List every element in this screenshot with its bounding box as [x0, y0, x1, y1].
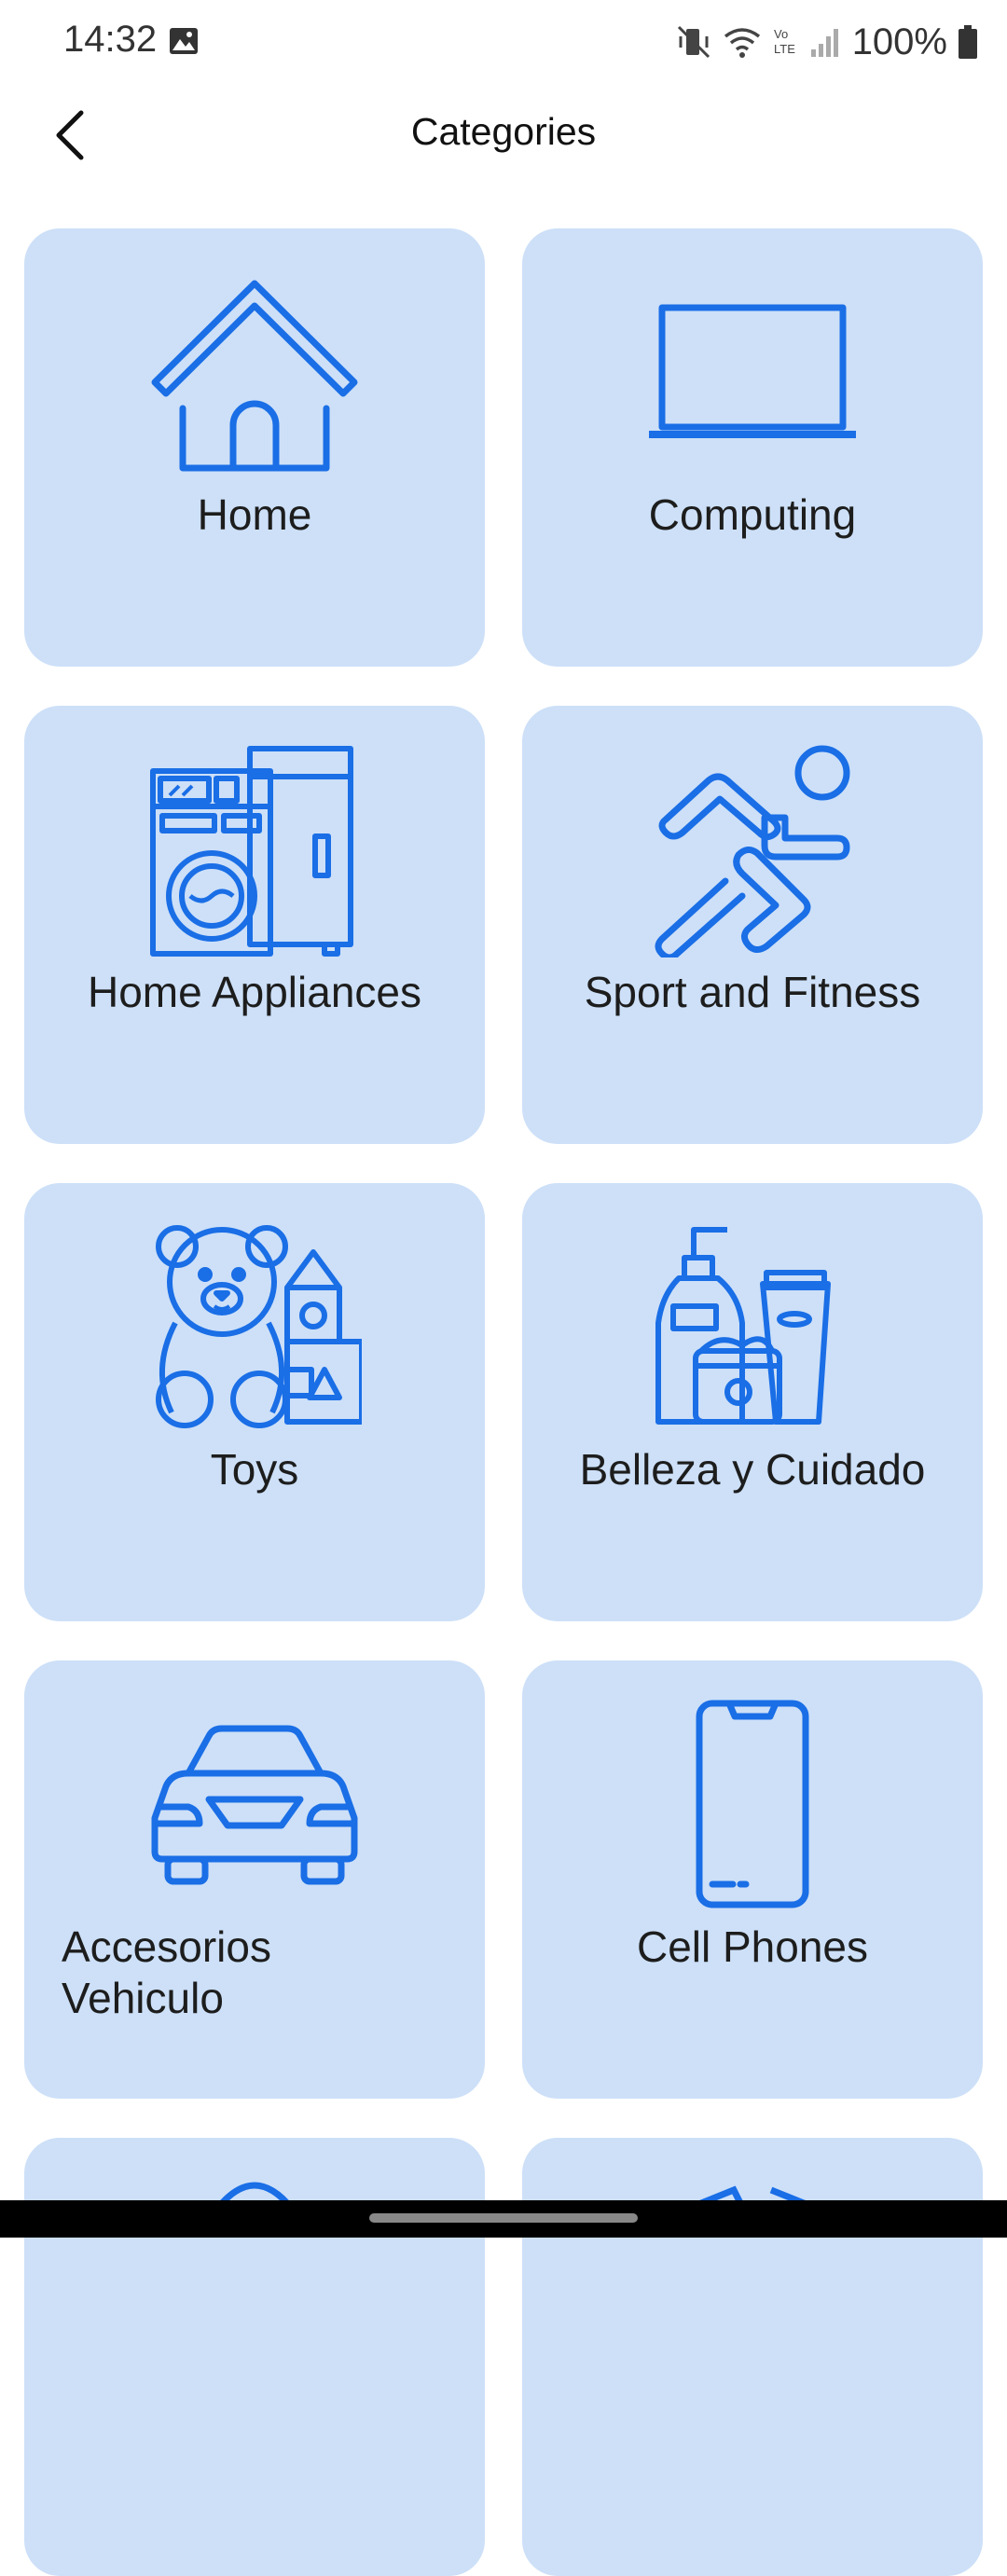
category-tile-sport-and-fitness[interactable]: Sport and Fitness [522, 706, 983, 1144]
battery-percent: 100% [851, 21, 947, 62]
runner-icon [655, 745, 850, 957]
category-tile-accesorios-vehiculo[interactable]: Accesorios Vehiculo [24, 1660, 485, 2099]
category-label: Cell Phones [636, 1922, 869, 1971]
svg-text:Vo: Vo [774, 27, 788, 41]
category-label: Accesorios Vehiculo [24, 1922, 485, 2024]
signal-icon [809, 23, 843, 61]
category-label: Home [197, 490, 312, 539]
appliances-icon [150, 746, 353, 957]
category-tile-home-appliances[interactable]: Home Appliances [24, 706, 485, 1144]
laptop-icon [649, 304, 856, 438]
status-bar: 14:32 Vo LTE 100% [0, 0, 1007, 84]
status-time: 14:32 [63, 19, 158, 60]
category-tile-toys[interactable]: Toys [24, 1183, 485, 1621]
category-tile-computing[interactable]: Computing [522, 228, 983, 667]
category-label: Toys [210, 1445, 299, 1494]
volte-icon: Vo LTE [772, 23, 800, 61]
battery-icon [957, 23, 979, 61]
category-label: Sport and Fitness [584, 968, 921, 1016]
app-bar: Categories [0, 84, 1007, 191]
category-tile-cell-phones[interactable]: Cell Phones [522, 1660, 983, 2099]
teddy-bear-icon [156, 1225, 362, 1428]
phone-icon [696, 1700, 809, 1908]
home-gesture-handle[interactable] [369, 2213, 638, 2223]
category-label: Computing [648, 490, 857, 539]
page-title: Categories [410, 110, 597, 153]
house-icon [151, 280, 358, 472]
system-nav-bar [0, 2200, 1007, 2238]
image-icon [168, 26, 200, 56]
svg-text:LTE: LTE [774, 42, 795, 56]
category-label-line-2: Vehiculo [62, 1974, 224, 2022]
category-tile-belleza-y-cuidado[interactable]: Belleza y Cuidado [522, 1183, 983, 1621]
cosmetics-icon [655, 1227, 831, 1425]
car-icon [151, 1725, 358, 1885]
category-label: Home Appliances [88, 968, 421, 1016]
category-label: Belleza y Cuidado [579, 1445, 926, 1494]
wifi-icon [722, 23, 763, 61]
vibrate-icon [675, 23, 712, 61]
category-label-line-1: Accesorios [62, 1922, 271, 1971]
status-icons: Vo LTE 100% [675, 17, 979, 67]
category-tile-home[interactable]: Home [24, 228, 485, 667]
